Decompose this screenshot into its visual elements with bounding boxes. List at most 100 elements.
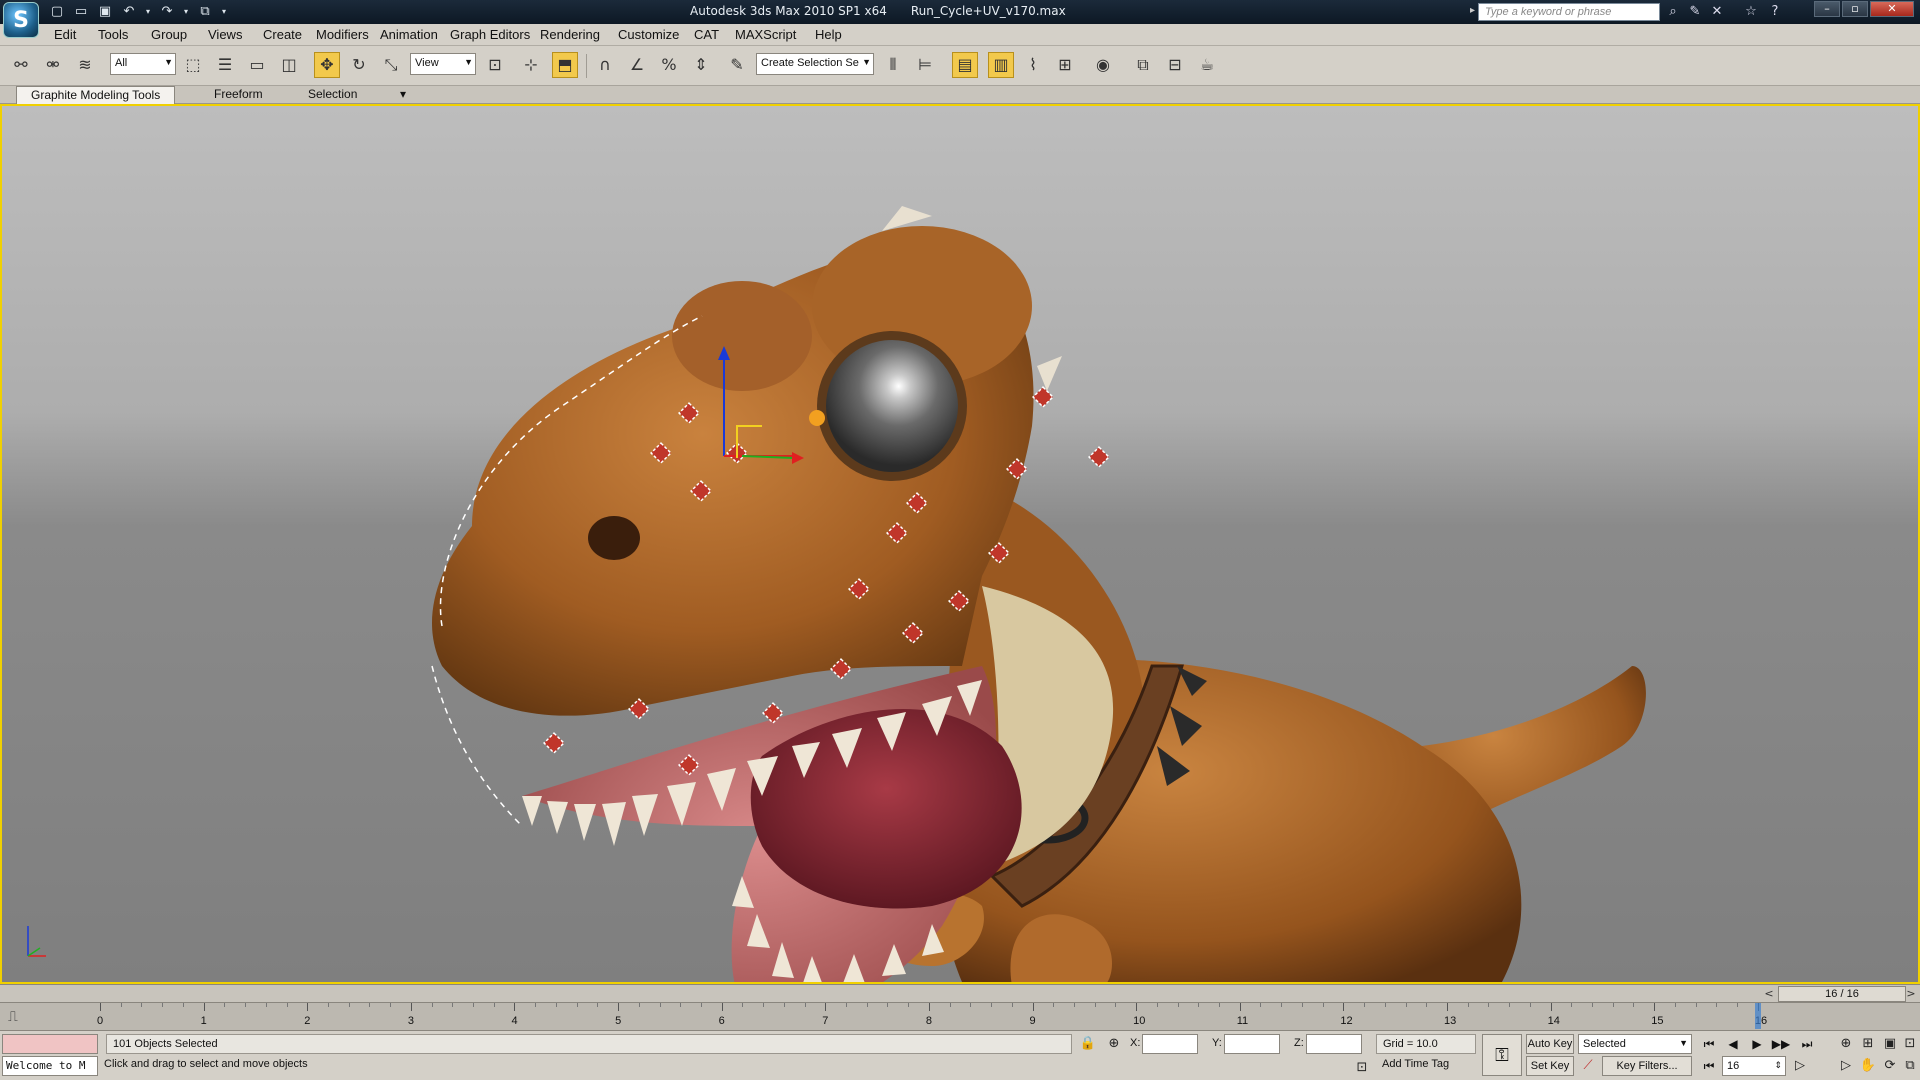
selection-filter-dropdown[interactable]: All ▼: [110, 53, 176, 75]
tab-freeform[interactable]: Freeform: [200, 86, 277, 104]
save-file-icon[interactable]: ▣: [96, 3, 114, 21]
pivot-point-center-icon[interactable]: ⊡: [482, 52, 508, 78]
current-frame-marker[interactable]: [1754, 1003, 1761, 1029]
unlink-icon[interactable]: ⚮: [40, 52, 66, 78]
key-mode-toggle-icon[interactable]: ⏮: [1698, 1056, 1720, 1076]
zoom-all-icon[interactable]: ⊞: [1858, 1034, 1878, 1054]
orbit-icon[interactable]: ⟳: [1880, 1056, 1900, 1076]
rectangular-selection-icon[interactable]: ▭: [244, 52, 270, 78]
open-mini-curve-editor-icon[interactable]: ⎍: [8, 1009, 18, 1025]
menu-create[interactable]: Create: [263, 27, 302, 42]
reference-coordinate-dropdown[interactable]: View ▼: [410, 53, 476, 75]
next-frame-icon[interactable]: ▶▶: [1770, 1034, 1792, 1054]
quick-access-dropdown-icon[interactable]: ▾: [220, 3, 228, 21]
auto-key-button[interactable]: Auto Key: [1526, 1034, 1574, 1054]
timeline-ruler[interactable]: 0 1 2 3 4 5 6 7 8 9 10 11 12 13 14 15 16: [97, 1003, 1820, 1031]
menu-tools[interactable]: Tools: [98, 27, 128, 42]
perspective-viewport[interactable]: [ Perspective | Smooth + Highlights ]: [0, 104, 1920, 984]
play-icon[interactable]: ▶: [1746, 1034, 1768, 1054]
zoom-extents-icon[interactable]: ▣: [1880, 1034, 1900, 1054]
layer-manager-icon[interactable]: ▤: [952, 52, 978, 78]
edit-named-selection-icon[interactable]: ✎: [724, 52, 750, 78]
y-coordinate-field[interactable]: [1224, 1034, 1280, 1054]
select-object-icon[interactable]: ⬚: [180, 52, 206, 78]
close-button[interactable]: ✕: [1870, 1, 1914, 17]
set-key-large-icon[interactable]: ⚿: [1482, 1034, 1522, 1076]
dinosaur-model[interactable]: [2, 106, 1918, 982]
percent-snap-icon[interactable]: %: [656, 52, 682, 78]
zoom-icon[interactable]: ⊕: [1836, 1034, 1856, 1054]
maximize-button[interactable]: ▫: [1842, 1, 1868, 17]
x-coordinate-field[interactable]: [1142, 1034, 1198, 1054]
curve-editor-icon[interactable]: ⌇: [1020, 52, 1046, 78]
tab-selection[interactable]: Selection: [294, 86, 371, 104]
menu-edit[interactable]: Edit: [54, 27, 76, 42]
go-to-start-icon[interactable]: ⏮: [1698, 1034, 1720, 1054]
subscription-center-icon[interactable]: ✕: [1708, 3, 1726, 21]
menu-help[interactable]: Help: [815, 27, 842, 42]
pan-view-icon[interactable]: ✋: [1858, 1056, 1878, 1076]
undo-dropdown-icon[interactable]: ▾: [144, 3, 152, 21]
schematic-view-icon[interactable]: ⊞: [1052, 52, 1078, 78]
redo-icon[interactable]: ↷: [158, 3, 176, 21]
select-and-move-icon[interactable]: ✥: [314, 52, 340, 78]
time-slider-prev-button[interactable]: <: [1762, 986, 1776, 1002]
key-filters-button[interactable]: Key Filters...: [1602, 1056, 1692, 1076]
maxscript-listener-output[interactable]: Welcome to M: [2, 1056, 98, 1076]
material-editor-icon[interactable]: ◉: [1090, 52, 1116, 78]
zoom-extents-all-icon[interactable]: ⊡: [1900, 1034, 1920, 1054]
help-icon[interactable]: ?: [1766, 3, 1784, 21]
mirror-icon[interactable]: ⫴: [880, 52, 906, 78]
menu-cat[interactable]: CAT: [694, 27, 719, 42]
search-input[interactable]: Type a keyword or phrase: [1478, 3, 1660, 21]
previous-frame-icon[interactable]: ◀: [1722, 1034, 1744, 1054]
graphite-toggle-icon[interactable]: ▥: [988, 52, 1014, 78]
minimize-button[interactable]: –: [1814, 1, 1840, 17]
keyboard-shortcut-override-icon[interactable]: ⬒: [552, 52, 578, 78]
select-and-rotate-icon[interactable]: ↻: [346, 52, 372, 78]
select-by-name-icon[interactable]: ☰: [212, 52, 238, 78]
maxscript-mini-listener[interactable]: [2, 1034, 98, 1054]
time-slider-next-button[interactable]: >: [1904, 986, 1918, 1002]
binoculars-icon[interactable]: ⌕: [1664, 3, 1682, 21]
tab-graphite-modeling-tools[interactable]: Graphite Modeling Tools: [16, 86, 176, 104]
go-to-end-icon[interactable]: ⏭: [1796, 1034, 1818, 1054]
key-mode-dropdown[interactable]: Selected ▼: [1578, 1034, 1692, 1054]
absolute-mode-icon[interactable]: ⊕: [1104, 1034, 1124, 1054]
app-logo-icon[interactable]: S: [3, 2, 39, 38]
select-and-scale-icon[interactable]: ⤡: [378, 52, 404, 78]
bind-space-warp-icon[interactable]: ≋: [72, 52, 98, 78]
time-slider-track[interactable]: < 16 / 16 >: [0, 984, 1920, 1002]
search-expand-icon[interactable]: ▸: [1470, 5, 1475, 16]
favorites-star-icon[interactable]: ☆: [1742, 3, 1760, 21]
render-teapot-icon[interactable]: ☕: [1194, 52, 1220, 78]
set-key-button[interactable]: Set Key: [1526, 1056, 1574, 1076]
default-in-out-tangent-icon[interactable]: ⟋: [1578, 1056, 1598, 1076]
redo-dropdown-icon[interactable]: ▾: [182, 3, 190, 21]
menu-animation[interactable]: Animation: [380, 27, 438, 42]
menu-maxscript[interactable]: MAXScript: [735, 27, 796, 42]
render-setup-icon[interactable]: ⧉: [1130, 52, 1156, 78]
link-icon[interactable]: ⚯: [8, 52, 34, 78]
menu-rendering[interactable]: Rendering: [540, 27, 600, 42]
add-time-tag-button[interactable]: Add Time Tag: [1382, 1058, 1449, 1070]
snaps-toggle-icon[interactable]: ∩: [592, 52, 618, 78]
menu-group[interactable]: Group: [151, 27, 187, 42]
select-manipulate-icon[interactable]: ⊹: [518, 52, 544, 78]
rendered-frame-window-icon[interactable]: ⊟: [1162, 52, 1188, 78]
ribbon-options-icon[interactable]: ▾: [392, 86, 414, 104]
spinner-snap-icon[interactable]: ⇕: [688, 52, 714, 78]
timeline[interactable]: ⎍ 0 1 2 3 4 5 6 7 8 9 10 11 12 13 14 15 16: [0, 1002, 1920, 1030]
angle-snap-icon[interactable]: ∠: [624, 52, 650, 78]
menu-modifiers[interactable]: Modifiers: [316, 27, 369, 42]
selection-lock-icon[interactable]: 🔒: [1078, 1034, 1098, 1054]
project-folder-icon[interactable]: ⧉: [196, 3, 214, 21]
menu-graph-editors[interactable]: Graph Editors: [450, 27, 530, 42]
new-file-icon[interactable]: ▢: [48, 3, 66, 21]
z-coordinate-field[interactable]: [1306, 1034, 1362, 1054]
time-configuration-icon[interactable]: ▷: [1790, 1056, 1810, 1076]
maximize-viewport-icon[interactable]: ⧉: [1900, 1056, 1920, 1076]
undo-icon[interactable]: ↶: [120, 3, 138, 21]
named-selection-dropdown[interactable]: Create Selection Se ▼: [756, 53, 874, 75]
window-crossing-icon[interactable]: ◫: [276, 52, 302, 78]
